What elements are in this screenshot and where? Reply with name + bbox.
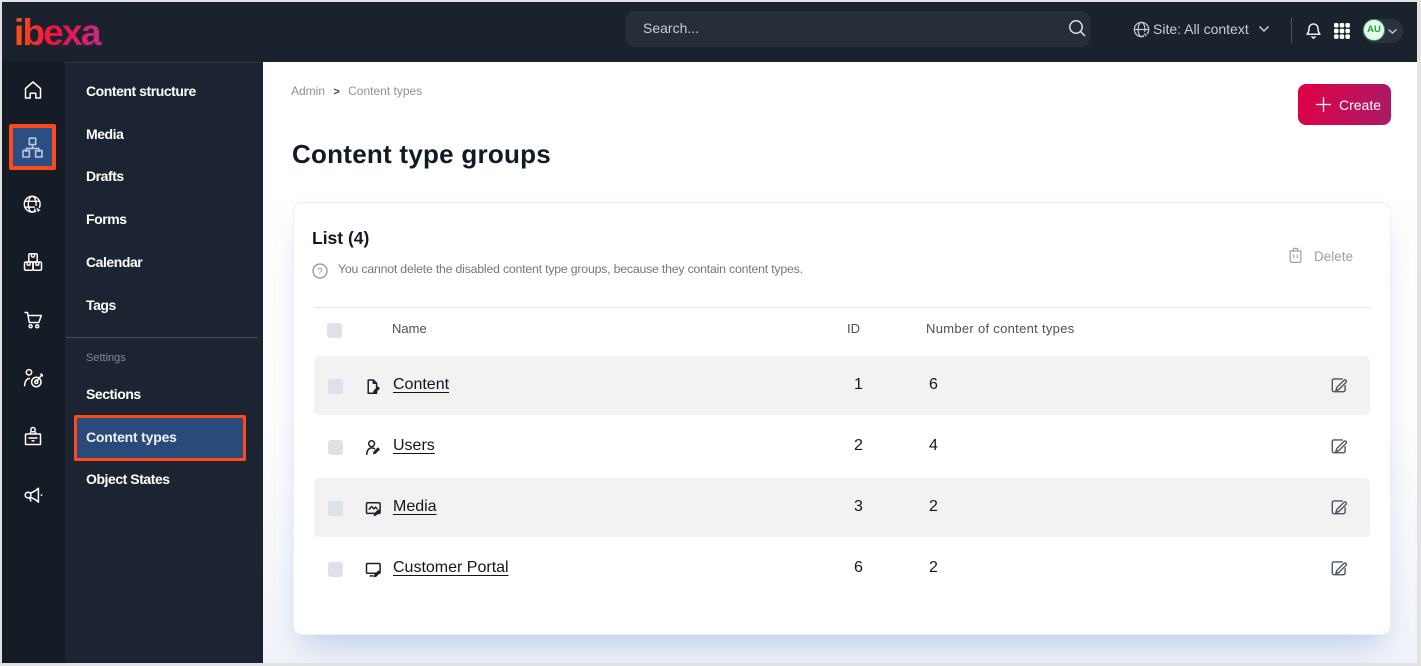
svg-text:ibexa: ibexa [14, 12, 102, 49]
svg-text:?: ? [317, 266, 322, 277]
